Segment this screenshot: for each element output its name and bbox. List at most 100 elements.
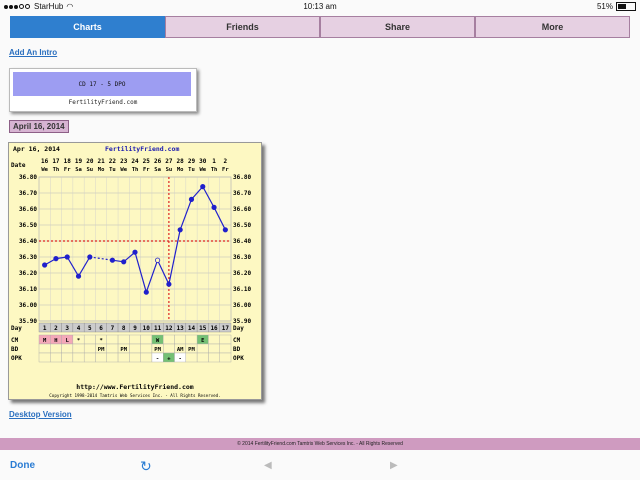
weekday-label: We xyxy=(41,167,48,173)
row-cell xyxy=(106,334,119,345)
date-label: 25 xyxy=(143,158,151,165)
y-tick-left: 36.20 xyxy=(19,270,37,277)
y-tick-right: 36.70 xyxy=(233,190,251,197)
tab-more[interactable]: More xyxy=(475,16,630,38)
day-number: 8 xyxy=(122,325,126,332)
date-label: 21 xyxy=(98,158,106,165)
row-cell xyxy=(219,352,232,363)
date-label: 24 xyxy=(131,158,139,165)
temp-point xyxy=(75,273,82,279)
row-cell xyxy=(50,343,62,354)
y-tick-left: 36.30 xyxy=(19,254,37,261)
row-cell xyxy=(72,352,85,363)
temp-point xyxy=(177,227,183,233)
row-cell xyxy=(163,343,175,354)
y-tick-left: 36.40 xyxy=(19,238,37,245)
row-cell xyxy=(219,343,232,354)
weekday-label: Mo xyxy=(98,167,105,173)
weekday-label: We xyxy=(199,167,206,173)
temp-point xyxy=(154,257,161,263)
row-cell xyxy=(129,343,141,354)
add-intro-link[interactable]: Add An Intro xyxy=(9,48,57,57)
weekday-label: Fr xyxy=(222,167,229,173)
footer: © 2014 FertilityFriend.com Tamtris Web S… xyxy=(0,438,640,450)
tab-friends[interactable]: Friends xyxy=(165,16,320,38)
weekday-label: Su xyxy=(166,167,173,173)
cycle-ticker[interactable]: CD 17 - 5 DPO FertilityFriend.com xyxy=(9,68,197,112)
date-label: 1 xyxy=(212,158,216,165)
row-cell xyxy=(83,343,96,354)
row-cell xyxy=(61,352,74,363)
y-tick-right: 36.40 xyxy=(233,238,251,245)
weekday-label: Th xyxy=(53,167,60,173)
tab-share[interactable]: Share xyxy=(320,16,475,38)
temp-point xyxy=(53,256,59,262)
y-tick-right: 36.20 xyxy=(233,270,251,277)
temp-point xyxy=(87,254,93,260)
day-number: 2 xyxy=(54,325,58,332)
day-row-label: Day xyxy=(11,325,22,332)
row-cell xyxy=(83,334,96,345)
row-cell xyxy=(185,352,198,363)
row-label-right: CM xyxy=(233,337,241,344)
day-number: 3 xyxy=(65,325,69,332)
day-number: 10 xyxy=(143,325,151,332)
row-cell-text: * xyxy=(99,338,102,344)
row-cell xyxy=(117,352,130,363)
desktop-version-link[interactable]: Desktop Version xyxy=(9,410,72,419)
date-label: 30 xyxy=(199,158,207,165)
date-label: 26 xyxy=(154,158,162,165)
forward-icon[interactable]: ▶ xyxy=(390,460,398,471)
clock: 10:13 am xyxy=(303,2,337,11)
done-button[interactable]: Done xyxy=(10,460,35,471)
date-label: 18 xyxy=(64,158,72,165)
plot-area xyxy=(38,176,232,322)
temp-point xyxy=(200,183,206,190)
weekday-label: Fr xyxy=(143,167,150,173)
temp-point xyxy=(211,204,217,211)
back-icon[interactable]: ◀ xyxy=(264,460,272,471)
row-cell-text: - xyxy=(156,356,159,362)
row-cell xyxy=(61,343,74,354)
bottom-toolbar: Done ↻ ◀ ▶ xyxy=(0,452,640,480)
y-tick-left: 36.50 xyxy=(19,222,37,229)
day-number: 1 xyxy=(43,325,47,332)
row-cell xyxy=(117,334,130,345)
date-label: 2 xyxy=(224,158,228,165)
date-label: 17 xyxy=(52,158,60,165)
chart-url: http://www.FertilityFriend.com xyxy=(76,383,193,391)
bbt-chart[interactable]: Apr 16, 2014 FertilityFriend.com Date 16 We 1… xyxy=(8,142,262,400)
date-label: 16 xyxy=(41,158,49,165)
date-label: 23 xyxy=(120,158,128,165)
temp-point xyxy=(132,249,138,255)
row-cell xyxy=(129,334,141,345)
date-label: 27 xyxy=(165,158,173,165)
temp-point xyxy=(42,262,48,268)
ticker-brand: FertilityFriend.com xyxy=(68,99,138,106)
date-label: 22 xyxy=(109,158,117,165)
row-cell xyxy=(38,352,51,363)
y-tick-left: 36.70 xyxy=(19,190,37,197)
date-label: 28 xyxy=(177,158,185,165)
row-cell xyxy=(72,343,85,354)
refresh-icon[interactable]: ↻ xyxy=(140,458,152,475)
y-tick-right: 36.00 xyxy=(233,302,251,309)
battery-percent: 51% xyxy=(596,2,613,11)
status-bar: StarHub ◠ 10:13 am 51% xyxy=(0,0,640,14)
row-cell xyxy=(83,352,96,363)
row-cell-text: PM xyxy=(154,347,161,353)
weekday-label: Su xyxy=(87,167,94,173)
row-cell xyxy=(140,343,153,354)
temp-point xyxy=(109,257,116,263)
day-number: 14 xyxy=(188,325,196,332)
row-cell xyxy=(95,352,107,363)
day-number: 4 xyxy=(77,325,81,332)
temp-point xyxy=(64,254,70,260)
ticker-bar: CD 17 - 5 DPO xyxy=(13,72,191,96)
day-row-label-right: Day xyxy=(233,325,244,332)
tab-charts[interactable]: Charts xyxy=(10,16,165,38)
y-tick-right: 36.30 xyxy=(233,254,251,261)
day-number: 16 xyxy=(210,325,218,332)
day-number: 9 xyxy=(133,325,137,332)
tab-bar: Charts Friends Share More xyxy=(10,16,630,38)
